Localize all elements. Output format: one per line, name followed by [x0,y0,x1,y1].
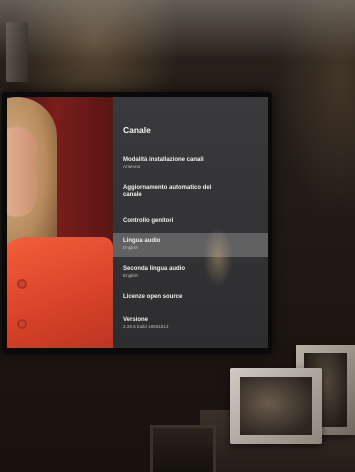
menu-item-label: Seconda lingua audio [123,266,186,272]
menu-item-label: Aggiornamento automatico del canale [123,185,212,198]
video-preview [7,97,113,348]
television: Canale Modalità installazione canali Ant… [2,92,272,354]
tv-screen: Canale Modalità installazione canali Ant… [7,97,268,348]
menu-item-value: English [123,273,139,278]
menu-item-parental-control[interactable]: Controllo genitori [113,215,268,229]
jacket-button [17,279,27,289]
menu-item-auto-update[interactable]: Aggiornamento automatico del canale [113,183,268,205]
jacket-button [17,319,27,329]
menu-item-label: Lingua audio [123,238,161,244]
small-dark-frame [150,425,216,472]
light-reflection [203,227,233,287]
menu-item-label: Controllo genitori [123,218,174,224]
panel-title: Canale [123,125,151,135]
menu-item-label: Modalità installazione canali [123,157,204,163]
channel-settings-panel: Canale Modalità installazione canali Ant… [113,97,268,348]
menu-item-audio-language[interactable]: Lingua audio English [113,233,268,257]
presenter-jacket [7,237,113,348]
photo-scene: Canale Modalità installazione canali Ant… [0,0,355,472]
menu-item-value: English [123,245,139,250]
wall-bracket [6,22,28,82]
menu-item-open-source-licenses[interactable]: Licenze open source [113,291,268,305]
menu-item-version[interactable]: Versione 2.26.5 build 18551513 [113,315,268,337]
photo [240,377,312,435]
menu-item-second-audio-language[interactable]: Seconda lingua audio English [113,263,268,283]
presenter-face [7,127,37,217]
photo-frame-silver [230,368,322,444]
ceiling-light [0,0,355,60]
menu-item-value: 2.26.5 build 18551513 [123,324,169,329]
menu-item-label: Licenze open source [123,294,183,300]
menu-item-channel-install-mode[interactable]: Modalità installazione canali Antenna [113,155,268,175]
menu-item-value: Antenna [123,164,141,169]
menu-item-label: Versione [123,317,149,323]
